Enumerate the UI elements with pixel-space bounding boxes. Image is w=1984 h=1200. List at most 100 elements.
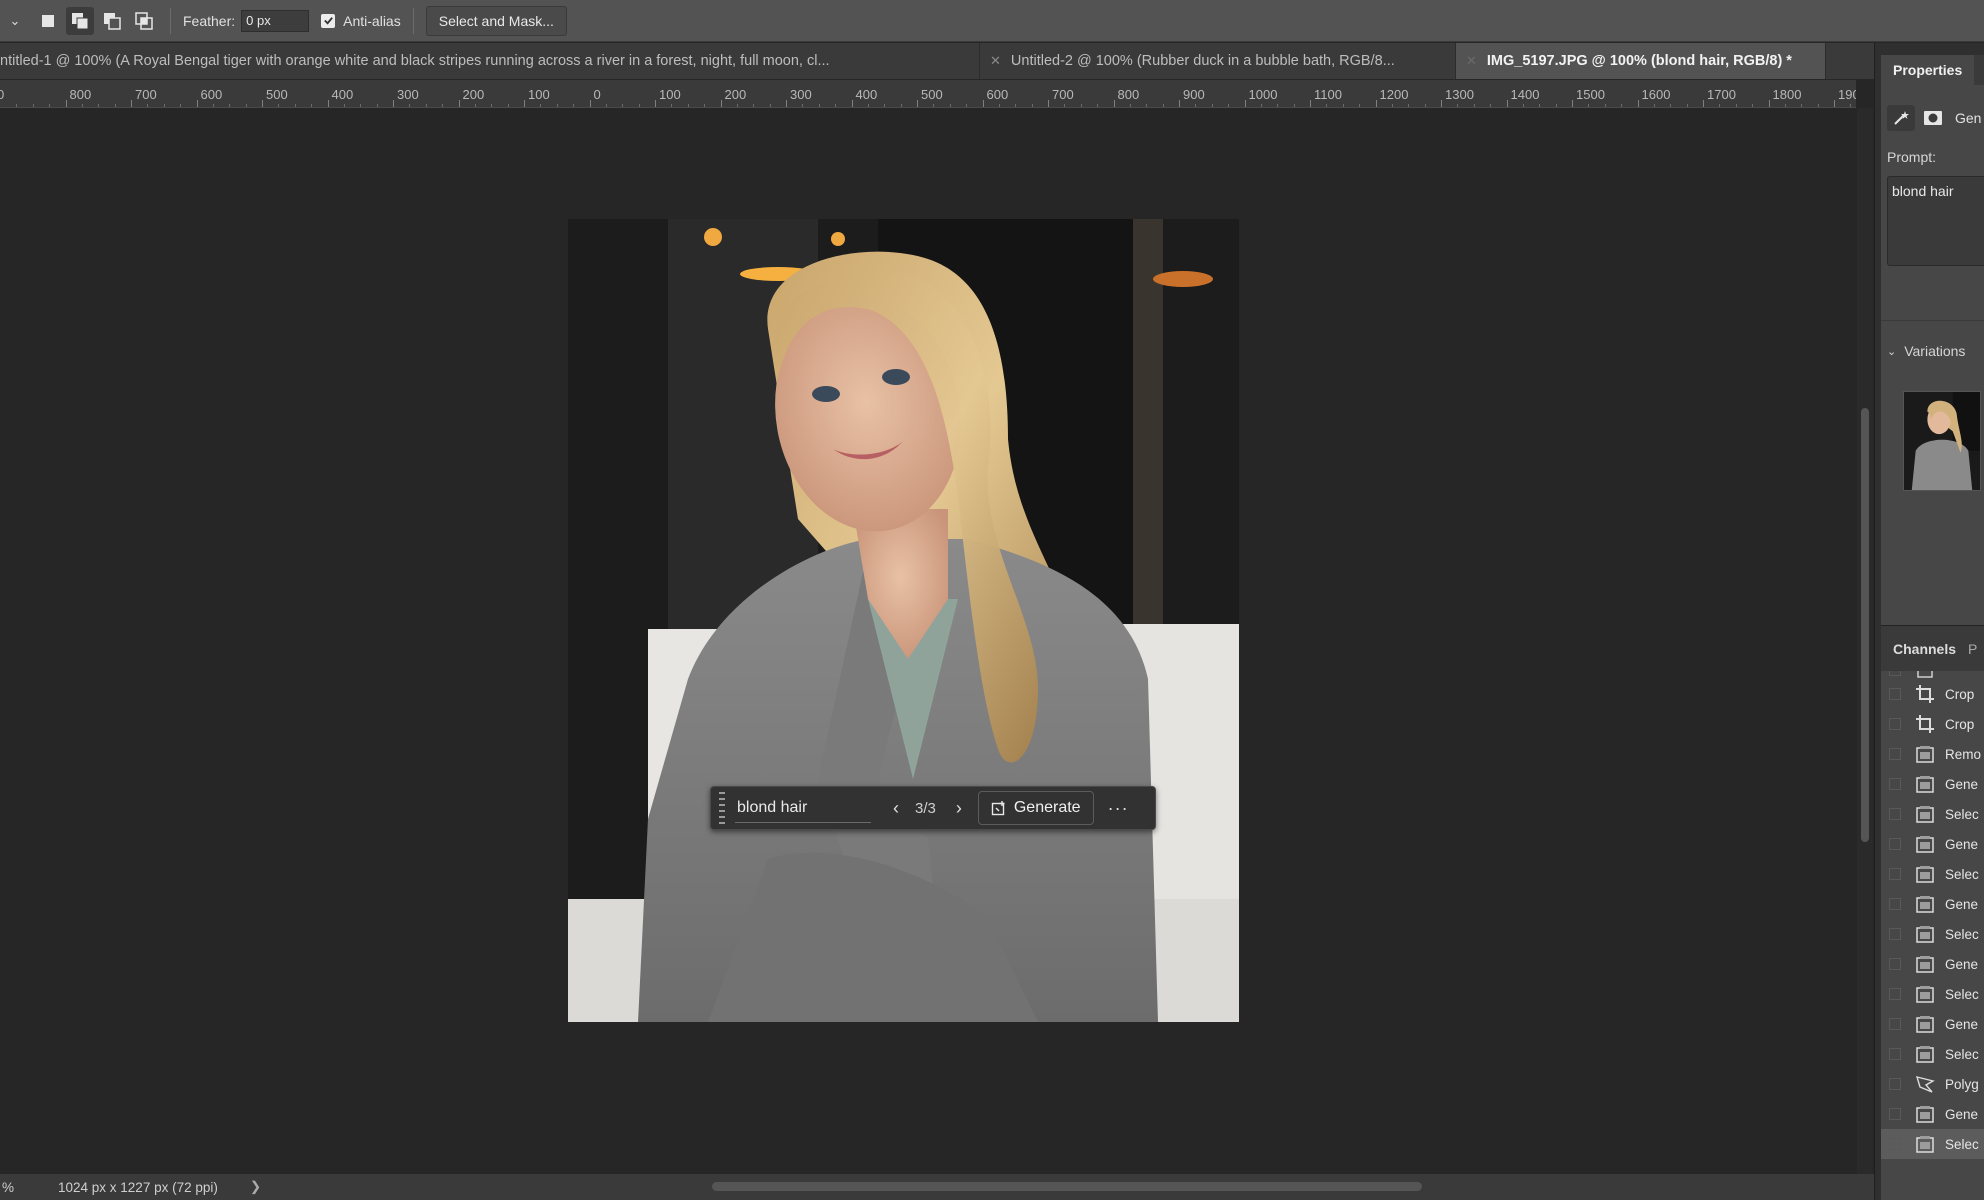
- history-item[interactable]: Crop: [1881, 709, 1984, 739]
- history-item[interactable]: Remo: [1881, 739, 1984, 769]
- status-menu-arrow-icon[interactable]: ❯: [250, 1179, 261, 1195]
- history-checkbox[interactable]: [1889, 808, 1901, 820]
- history-checkbox[interactable]: [1889, 748, 1901, 760]
- history-checkbox[interactable]: [1889, 928, 1901, 940]
- history-item-label: Gene: [1945, 956, 1979, 972]
- history-item[interactable]: Gene: [1881, 769, 1984, 799]
- ruler-tick: [1506, 100, 1508, 107]
- generate-button[interactable]: Generate: [977, 791, 1094, 825]
- history-item[interactable]: Selec: [1881, 979, 1984, 1009]
- scrollbar-thumb[interactable]: [1861, 408, 1869, 842]
- history-item[interactable]: Selec: [1881, 1129, 1984, 1159]
- next-variation-icon[interactable]: ›: [948, 798, 970, 819]
- history-checkbox[interactable]: [1889, 1138, 1901, 1150]
- more-options-icon[interactable]: ···: [1108, 798, 1129, 819]
- history-checkbox[interactable]: [1889, 838, 1901, 850]
- history-item-label: Gene: [1945, 896, 1979, 912]
- history-item-label: Selec: [1945, 866, 1979, 882]
- tab-channels[interactable]: Channels: [1881, 641, 1956, 657]
- ruler-tick: [655, 100, 656, 107]
- tab-untitled-1[interactable]: ntitled-1 @ 100% (A Royal Bengal tiger w…: [0, 43, 980, 79]
- portrait-photo: [568, 219, 1239, 1022]
- history-state-icon: [1913, 923, 1937, 945]
- ruler-tick: [1310, 100, 1311, 107]
- history-checkbox[interactable]: [1889, 1018, 1901, 1030]
- variation-thumbnail[interactable]: [1903, 391, 1981, 491]
- horizontal-ruler[interactable]: 0800700600500400300200100010020030040050…: [0, 80, 1856, 108]
- properties-panel: [1881, 85, 1984, 665]
- intersect-selection-icon[interactable]: [130, 7, 158, 35]
- generative-prompt-input[interactable]: blond hair: [735, 793, 871, 823]
- vertical-scrollbar[interactable]: [1857, 108, 1873, 1174]
- history-item[interactable]: Gene: [1881, 949, 1984, 979]
- history-checkbox[interactable]: [1889, 868, 1901, 880]
- history-item-label: Selec: [1945, 806, 1979, 822]
- history-checkbox[interactable]: [1889, 958, 1901, 970]
- ruler-tick: [1834, 100, 1835, 107]
- ruler-label: 700: [135, 87, 157, 102]
- history-checkbox[interactable]: [1889, 718, 1901, 730]
- history-checkbox[interactable]: [1889, 778, 1901, 790]
- subtract-from-selection-icon[interactable]: [98, 7, 126, 35]
- ruler-label: 200: [462, 87, 485, 102]
- ruler-label: 1600: [1641, 87, 1671, 102]
- drag-handle-icon[interactable]: [715, 792, 729, 824]
- history-item-label: Gene: [1945, 836, 1979, 852]
- tab-img-5197[interactable]: ✕ IMG_5197.JPG @ 100% (blond hair, RGB/8…: [1456, 43, 1826, 79]
- tool-preset-chevron-icon[interactable]: ⌄: [0, 13, 30, 29]
- anti-alias-checkbox[interactable]: [321, 13, 336, 28]
- previous-variation-icon[interactable]: ‹: [885, 798, 907, 819]
- history-item-label: Remo: [1945, 746, 1982, 762]
- history-checkbox[interactable]: [1889, 1048, 1901, 1060]
- history-item[interactable]: Gene: [1881, 889, 1984, 919]
- history-state-icon: [1913, 803, 1937, 825]
- tab-properties[interactable]: Properties: [1881, 55, 1975, 85]
- document-tabs: ntitled-1 @ 100% (A Royal Bengal tiger w…: [0, 43, 1874, 79]
- chevron-down-icon[interactable]: ⌄: [1887, 345, 1896, 358]
- ruler-tick: [524, 100, 525, 107]
- history-item[interactable]: Selec: [1881, 1039, 1984, 1069]
- ruler-tick: [262, 100, 263, 107]
- add-to-selection-icon[interactable]: [66, 6, 94, 35]
- properties-tab-row: Properties: [1881, 55, 1984, 85]
- close-tab-icon[interactable]: ✕: [1466, 53, 1477, 69]
- history-item[interactable]: Selec: [1881, 799, 1984, 829]
- history-item[interactable]: Gene: [1881, 1009, 1984, 1039]
- history-state-icon: [1913, 953, 1937, 975]
- document-image[interactable]: [568, 219, 1239, 1022]
- tab-paths[interactable]: P: [1968, 641, 1977, 657]
- history-checkbox[interactable]: [1889, 988, 1901, 1000]
- history-item[interactable]: Gene: [1881, 829, 1984, 859]
- history-item[interactable]: Selec: [1881, 859, 1984, 889]
- ruler-tick: [458, 100, 460, 107]
- history-item[interactable]: Selec: [1881, 919, 1984, 949]
- history-checkbox[interactable]: [1889, 1078, 1901, 1090]
- ruler-tick: [851, 100, 853, 107]
- variations-header[interactable]: ⌄ Variations: [1887, 343, 1965, 359]
- variation-counter: 3/3: [915, 799, 936, 817]
- contextual-task-bar[interactable]: blond hair ‹ 3/3 › Generate ···: [710, 786, 1156, 830]
- zoom-level[interactable]: %: [0, 1180, 30, 1195]
- ruler-label: 300: [790, 87, 812, 102]
- close-tab-icon[interactable]: ✕: [990, 53, 1001, 69]
- feather-input[interactable]: [241, 9, 310, 32]
- ruler-tick: [1441, 100, 1442, 107]
- ruler-label: 600: [200, 87, 223, 102]
- polygonal-lasso-icon: [1913, 1073, 1937, 1095]
- tab-untitled-2[interactable]: ✕ Untitled-2 @ 100% (Rubber duck in a bu…: [980, 43, 1456, 79]
- history-checkbox[interactable]: [1889, 1108, 1901, 1120]
- history-item[interactable]: Polyg: [1881, 1069, 1984, 1099]
- magic-wand-icon[interactable]: [1887, 105, 1915, 131]
- history-item[interactable]: Gene: [1881, 1099, 1984, 1129]
- select-and-mask-button[interactable]: Select and Mask...: [425, 5, 567, 36]
- prompt-textarea[interactable]: blond hair: [1887, 176, 1984, 266]
- ruler-label: 400: [855, 87, 878, 102]
- history-checkbox[interactable]: [1889, 671, 1901, 676]
- history-item[interactable]: Crop: [1881, 679, 1984, 709]
- ruler-tick: [1703, 100, 1704, 107]
- history-checkbox[interactable]: [1889, 688, 1901, 700]
- history-checkbox[interactable]: [1889, 898, 1901, 910]
- layer-mask-icon[interactable]: [1919, 105, 1947, 131]
- horizontal-scrollbar-thumb[interactable]: [712, 1182, 1422, 1191]
- new-selection-icon[interactable]: [34, 7, 62, 35]
